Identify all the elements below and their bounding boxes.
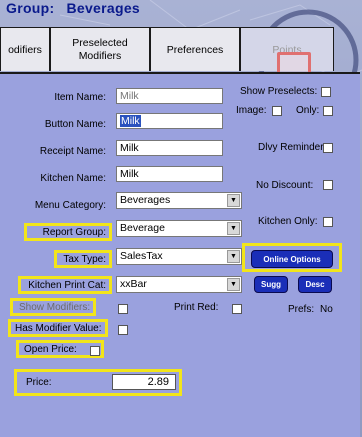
show-preselects-label: Show Preselects: <box>240 86 318 97</box>
show-modifiers-checkbox[interactable] <box>118 304 128 314</box>
only-label: Only: <box>296 105 320 116</box>
chevron-down-icon[interactable]: ▼ <box>227 194 240 207</box>
kitchen-name-field[interactable]: Milk <box>116 166 223 182</box>
image-label: Image: <box>236 105 267 116</box>
no-discount-checkbox[interactable] <box>323 180 333 190</box>
kitchen-only-checkbox[interactable] <box>323 217 333 227</box>
sugg-button[interactable]: Sugg <box>254 276 288 293</box>
menu-category-select[interactable]: Beverages ▼ <box>116 192 242 209</box>
item-name-label: Item Name: <box>54 92 106 103</box>
open-price-label: Open Price: <box>24 344 77 355</box>
kitchen-print-cat-value: xxBar <box>120 278 147 290</box>
show-modifiers-label: Show Modifiers: <box>19 302 91 313</box>
tab-preferences[interactable]: Preferences <box>150 27 240 71</box>
menu-category-value: Beverages <box>120 194 171 206</box>
group-title: Group: Beverages <box>6 0 140 16</box>
item-name-field[interactable]: Milk <box>116 88 223 104</box>
only-checkbox[interactable] <box>323 106 333 116</box>
report-group-value: Beverage <box>120 222 165 234</box>
tab-modifiers-label: odifiers <box>8 43 42 56</box>
print-red-label: Print Red: <box>174 302 219 313</box>
group-value: Beverages <box>66 0 140 16</box>
tab-preselected-modifiers[interactable]: Preselected Modifiers <box>50 27 150 71</box>
button-name-value: Milk <box>120 115 141 127</box>
chevron-down-icon[interactable]: ▼ <box>227 250 240 263</box>
show-preselects-checkbox[interactable] <box>321 87 331 97</box>
button-name-field[interactable]: Milk <box>116 113 223 129</box>
desc-button[interactable]: Desc <box>298 276 332 293</box>
kitchen-only-label: Kitchen Only: <box>258 216 318 227</box>
chevron-down-icon[interactable]: ▼ <box>227 278 240 291</box>
button-name-label: Button Name: <box>44 119 106 130</box>
kitchen-print-cat-select[interactable]: xxBar ▼ <box>116 276 242 293</box>
tab-preferences-label: Preferences <box>166 43 224 56</box>
online-options-button[interactable]: Online Options <box>251 250 333 268</box>
has-modifier-value-checkbox[interactable] <box>118 325 128 335</box>
kitchen-name-label: Kitchen Name: <box>40 173 106 184</box>
report-group-label: Report Group: <box>42 227 106 238</box>
prefs-value: No <box>320 304 333 315</box>
price-label: Price: <box>26 377 52 388</box>
tax-type-select[interactable]: SalesTax ▼ <box>116 248 242 265</box>
chevron-down-icon[interactable]: ▼ <box>227 222 240 235</box>
tax-type-value: SalesTax <box>120 250 163 262</box>
tax-type-label: Tax Type: <box>63 254 106 265</box>
prefs-label: Prefs: <box>288 304 315 315</box>
menu-category-label: Menu Category: <box>34 200 106 211</box>
tab-preselected-modifiers-label: Preselected Modifiers <box>72 36 128 62</box>
report-group-select[interactable]: Beverage ▼ <box>116 220 242 237</box>
no-discount-label: No Discount: <box>256 180 314 191</box>
receipt-name-label: Receipt Name: <box>39 146 106 157</box>
open-price-checkbox[interactable] <box>90 346 100 356</box>
print-red-checkbox[interactable] <box>232 304 242 314</box>
image-checkbox[interactable] <box>272 106 282 116</box>
group-label: Group: <box>6 0 55 16</box>
receipt-name-field[interactable]: Milk <box>116 140 223 156</box>
has-modifier-value-label: Has Modifier Value: <box>15 323 102 334</box>
kitchen-print-cat-label: Kitchen Print Cat: <box>28 280 106 291</box>
dlvy-reminder-label: Dlvy Reminder: <box>258 142 327 153</box>
price-field[interactable]: 2.89 <box>112 374 176 390</box>
tab-modifiers[interactable]: odifiers <box>0 27 50 71</box>
dlvy-reminder-checkbox[interactable] <box>323 143 333 153</box>
